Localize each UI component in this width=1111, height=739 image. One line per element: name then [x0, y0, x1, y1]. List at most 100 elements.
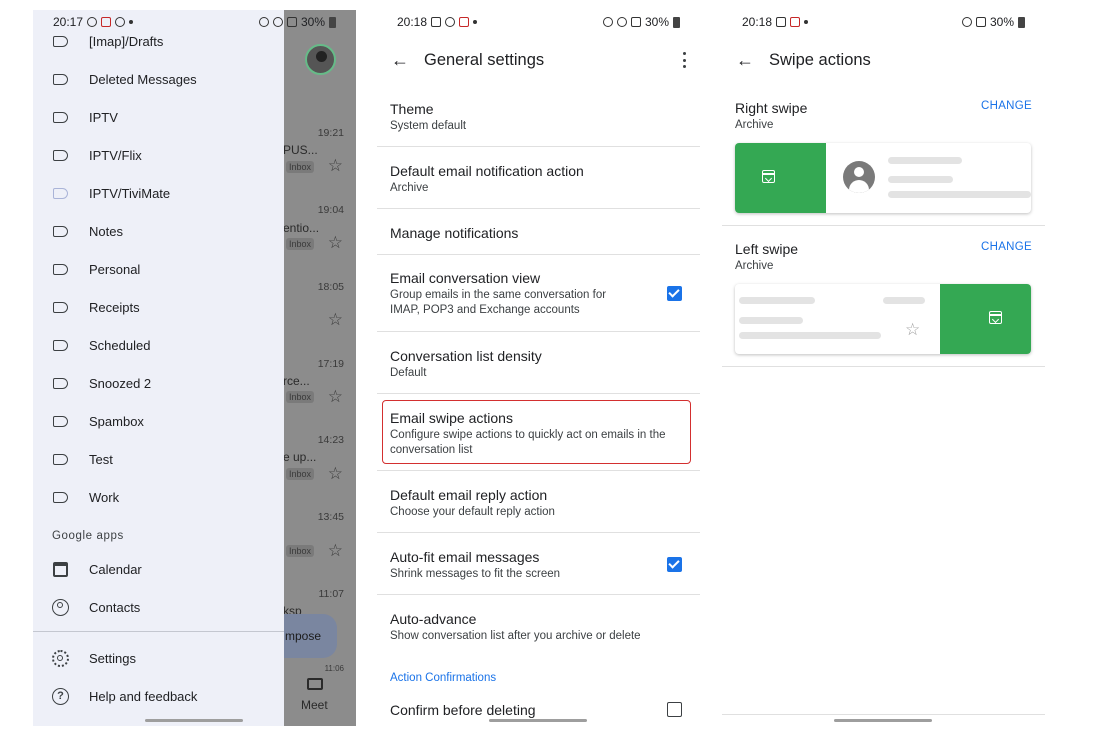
drawer-item-label: Calendar [89, 561, 142, 577]
status-bar: 20:18 30% [377, 10, 700, 34]
drawer-label-work[interactable]: Work [33, 478, 284, 516]
setting-email-conversation-view[interactable]: Email conversation view Group emails in … [377, 267, 700, 329]
email-time: 11:06 [324, 664, 344, 673]
setting-confirm-before-deleting[interactable]: Confirm before deleting [377, 700, 700, 726]
drawer-label-personal[interactable]: Personal [33, 250, 284, 288]
gesture-handle [489, 719, 587, 722]
back-arrow-icon[interactable]: ← [391, 50, 409, 71]
email-time: 11:07 [318, 588, 345, 600]
compose-button[interactable]: mpose [283, 614, 337, 658]
drawer-label-iptv[interactable]: IPTV [33, 98, 284, 136]
setting-default-reply-action[interactable]: Default email reply action Choose your d… [377, 484, 700, 532]
placeholder-bar [739, 317, 803, 324]
label-icon [53, 149, 68, 161]
auto-fit-checkbox[interactable] [667, 557, 682, 572]
drawer-label-deleted-messages[interactable]: Deleted Messages [33, 60, 284, 98]
app-bar: ← General settings [377, 44, 700, 76]
more-notifications-icon [804, 20, 809, 24]
archive-icon [762, 170, 775, 183]
drawer-label-snoozed-2[interactable]: Snoozed 2 [33, 364, 284, 402]
drawer-label-iptv-flix[interactable]: IPTV/Flix [33, 136, 284, 174]
setting-auto-fit-messages[interactable]: Auto-fit email messages Shrink messages … [377, 546, 700, 594]
drawer-divider [33, 631, 284, 632]
person-icon [843, 161, 875, 193]
inbox-badge: Inbox [286, 545, 315, 557]
label-icon [53, 263, 68, 275]
right-swipe-change-button[interactable]: CHANGE [981, 100, 1032, 112]
status-time: 20:17 [53, 15, 84, 29]
drawer-item-label: Settings [89, 650, 136, 666]
gallery-icon [776, 17, 787, 27]
setting-auto-advance[interactable]: Auto-advance Show conversation list afte… [377, 608, 700, 656]
setting-default-notification-action[interactable]: Default email notification action Archiv… [377, 160, 700, 208]
setting-title: Default email notification action [390, 163, 584, 179]
email-time: 19:04 [317, 204, 344, 216]
star-icon[interactable]: ☆ [328, 233, 343, 253]
archive-icon [989, 311, 1002, 324]
star-icon[interactable]: ☆ [328, 541, 343, 561]
drawer-item-calendar[interactable]: Calendar [33, 550, 284, 588]
swipe-action-background [940, 284, 1031, 354]
star-icon: ☆ [905, 320, 921, 339]
setting-subtitle: Archive [390, 182, 429, 194]
label-icon [53, 453, 68, 465]
placeholder-bar [888, 191, 1031, 198]
calendar-icon [53, 561, 68, 577]
setting-subtitle: Show conversation list after you archive… [390, 630, 641, 642]
setting-title: Conversation list density [390, 348, 542, 364]
left-swipe-value: Archive [735, 260, 774, 272]
app-notification-icon [101, 17, 112, 27]
email-snippet: entio... [283, 221, 320, 235]
setting-theme[interactable]: Theme System default [377, 98, 700, 146]
battery-level: 30% [989, 15, 1014, 29]
setting-subtitle: Default [390, 367, 427, 379]
gmail-drawer-screen: 19:21 PUS... Inbox ☆ 19:04 entio... Inbo… [33, 10, 356, 726]
email-time: 19:21 [317, 127, 344, 139]
label-icon [53, 339, 68, 351]
more-vert-icon[interactable] [682, 52, 686, 68]
drawer-label-notes[interactable]: Notes [33, 212, 284, 250]
location-icon [272, 17, 283, 27]
email-time: 14:23 [317, 434, 344, 446]
navigation-drawer: [Imap]/Drafts Deleted Messages IPTV IPTV… [33, 10, 284, 726]
email-snippet: e up... [283, 450, 317, 464]
drawer-item-label: Scheduled [89, 337, 151, 353]
drawer-label-spambox[interactable]: Spambox [33, 402, 284, 440]
setting-manage-notifications[interactable]: Manage notifications [377, 222, 700, 252]
divider [377, 208, 700, 209]
setting-title: Default email reply action [390, 487, 548, 503]
setting-email-swipe-actions[interactable]: Email swipe actions Configure swipe acti… [377, 407, 700, 459]
star-icon[interactable]: ☆ [328, 387, 343, 407]
drawer-item-contacts[interactable]: Contacts [33, 588, 284, 626]
avatar[interactable] [305, 44, 336, 75]
drawer-item-help[interactable]: ? Help and feedback [33, 677, 284, 715]
back-arrow-icon[interactable]: ← [736, 50, 754, 71]
gallery-icon [431, 17, 442, 27]
conversation-view-checkbox[interactable] [667, 286, 682, 301]
setting-conversation-list-density[interactable]: Conversation list density Default [377, 345, 700, 393]
star-icon[interactable]: ☆ [328, 310, 343, 330]
drawer-label-test[interactable]: Test [33, 440, 284, 478]
battery-level: 30% [644, 15, 669, 29]
star-icon[interactable]: ☆ [328, 156, 343, 176]
video-icon[interactable] [307, 678, 323, 690]
left-swipe-change-button[interactable]: CHANGE [981, 241, 1032, 253]
meet-tab[interactable]: Meet [301, 698, 328, 712]
alarm-icon [258, 17, 269, 27]
placeholder-bar [739, 332, 881, 339]
app-notification-icon [790, 17, 801, 27]
status-bar: 20:18 30% [722, 10, 1045, 34]
drawer-label-scheduled[interactable]: Scheduled [33, 326, 284, 364]
drawer-item-settings[interactable]: Settings [33, 639, 284, 677]
divider [377, 331, 700, 332]
drawer-label-receipts[interactable]: Receipts [33, 288, 284, 326]
divider [377, 470, 700, 471]
confirm-delete-checkbox[interactable] [667, 702, 682, 717]
drawer-label-iptv-tivimate[interactable]: IPTV/TiviMate [33, 174, 284, 212]
star-icon[interactable]: ☆ [328, 464, 343, 484]
label-icon [53, 415, 68, 427]
divider [377, 254, 700, 255]
drawer-item-label: Contacts [89, 599, 141, 615]
divider [722, 714, 1045, 715]
setting-title: Confirm before deleting [390, 702, 536, 718]
